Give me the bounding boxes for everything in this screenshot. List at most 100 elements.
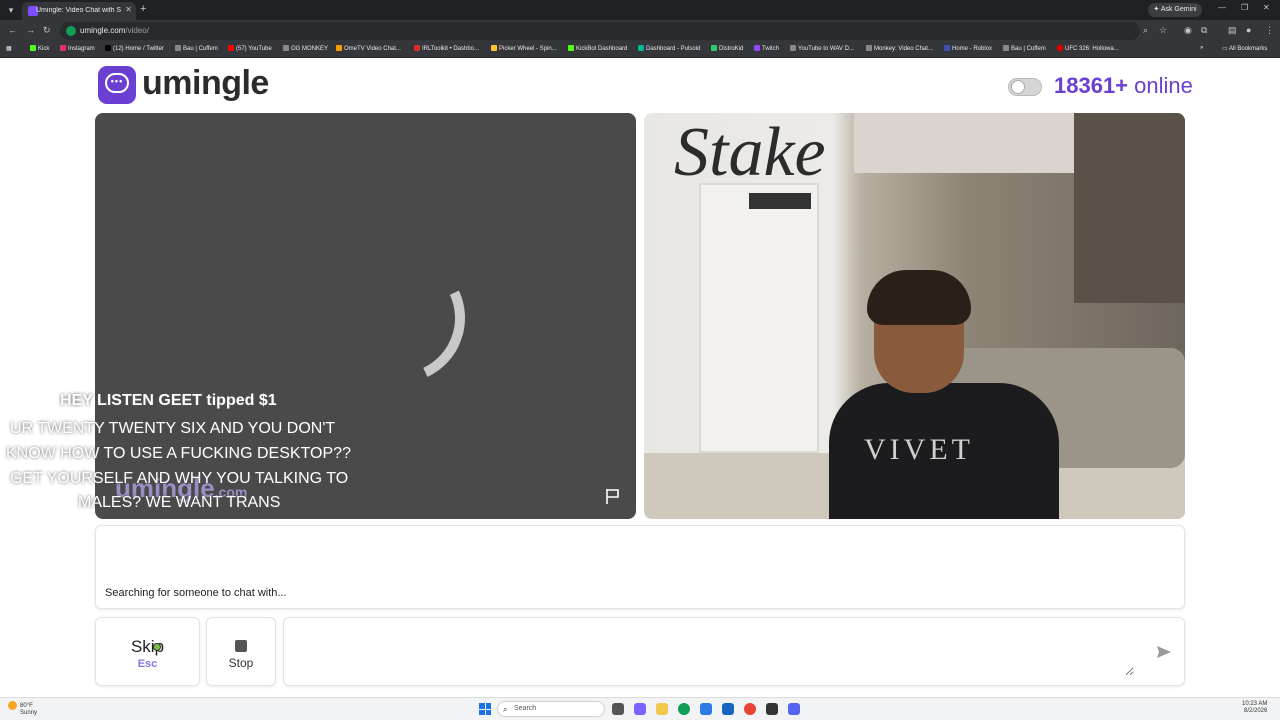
apps-icon[interactable]: ▦	[6, 45, 12, 52]
chrome-icon[interactable]	[744, 703, 756, 715]
send-icon[interactable]	[1156, 644, 1172, 660]
bookmark-item[interactable]: Dashboard - Pulsoid	[638, 45, 700, 52]
taskview-icon[interactable]	[612, 703, 624, 715]
bookmark-item[interactable]: (57) YouTube	[228, 45, 272, 52]
bookmarks-bar: ▦ Kick Instagram (12) Home / Twitter Bau…	[0, 42, 1280, 58]
zoom-icon[interactable]: ⌕	[1143, 25, 1148, 36]
extensions-puzzle-icon[interactable]: ⧉	[1201, 25, 1207, 36]
bookmark-item[interactable]: YouTube to WAV D...	[790, 45, 854, 52]
new-tab-icon[interactable]: +	[140, 3, 146, 15]
skip-button[interactable]: Skip Esc	[95, 617, 200, 686]
edge-icon[interactable]	[678, 703, 690, 715]
discord-icon[interactable]	[788, 703, 800, 715]
menu-icon[interactable]: ⋮	[1265, 25, 1274, 36]
taskbar-search[interactable]: ⌕ Search	[497, 701, 605, 717]
system-clock[interactable]: 10:23 AM 8/2/2026	[1242, 701, 1267, 715]
bookmark-item[interactable]: Picker Wheel - Spin...	[491, 45, 557, 52]
bookmark-item[interactable]: Home - Roblox	[944, 45, 992, 52]
all-bookmarks-label: All Bookmarks	[1229, 46, 1268, 52]
theme-toggle[interactable]	[1008, 78, 1042, 96]
bookmark-item[interactable]: IRLToolkit • Dashbo...	[414, 45, 479, 52]
copilot-icon[interactable]	[634, 703, 646, 715]
bookmark-item[interactable]: Bau | Cuffem	[175, 45, 218, 52]
video-door	[699, 183, 819, 453]
store-icon[interactable]	[700, 703, 712, 715]
reload-icon[interactable]: ↻	[43, 25, 51, 36]
browser-tab[interactable]: Umingle: Video Chat with S ✕	[22, 2, 136, 20]
stop-button[interactable]: Stop	[206, 617, 276, 686]
profile-icon[interactable]: ●	[1246, 25, 1251, 35]
bookmark-item[interactable]: Kick	[30, 45, 49, 52]
irltoolkit-icon	[414, 45, 420, 51]
umingle-logo-icon[interactable]: •••	[98, 66, 136, 104]
ask-gemini-label: Ask Gemini	[1160, 6, 1197, 13]
folder-icon: ▭	[1222, 46, 1230, 52]
bookmark-star-icon[interactable]: ☆	[1159, 25, 1167, 36]
kick-icon	[30, 45, 36, 51]
sidebar-icon[interactable]: ▤	[1228, 25, 1237, 36]
overflow-chevron-icon[interactable]: »	[1200, 45, 1203, 51]
forward-icon[interactable]: →	[26, 25, 35, 35]
weather-widget[interactable]: 80°F Sunny	[8, 701, 37, 717]
bookmark-icon	[1003, 45, 1009, 51]
instagram-icon	[60, 45, 66, 51]
bookmark-item[interactable]: Twitch	[754, 45, 779, 52]
wav-icon	[790, 45, 796, 51]
address-bar[interactable]: umingle.com/video/	[60, 22, 1140, 40]
message-box[interactable]	[283, 617, 1185, 686]
toggle-knob	[1011, 80, 1025, 94]
online-label: online	[1134, 73, 1193, 98]
bookmark-item[interactable]: DistroKid	[711, 45, 743, 52]
self-video: Stake VIVET	[644, 113, 1185, 519]
streamer-hair	[867, 270, 971, 325]
streamer-body: VIVET	[829, 383, 1059, 519]
os-taskbar: 80°F Sunny ⌕ Search 10:23 AM 8/2/2026	[0, 697, 1280, 720]
bookmark-item[interactable]: Instagram	[60, 45, 95, 52]
file-explorer-icon[interactable]	[656, 703, 668, 715]
all-bookmarks[interactable]: ▭ All Bookmarks	[1222, 45, 1267, 52]
distrokid-icon	[711, 45, 717, 51]
stop-icon	[235, 640, 247, 652]
twitch-icon	[754, 45, 760, 51]
minimize-icon[interactable]: —	[1218, 3, 1226, 12]
bookmark-item[interactable]: (12) Home / Twitter	[105, 45, 164, 52]
url-path: /video/	[125, 26, 149, 35]
skip-label: Skip	[130, 637, 165, 656]
kickbot-icon	[568, 45, 574, 51]
bookmark-item[interactable]: KickBot Dashboard	[568, 45, 627, 52]
tip-message-line: GET YOURSELF AND WHY YOU TALKING TO	[10, 470, 349, 487]
url-host: umingle.com	[80, 26, 126, 35]
monkey-icon	[866, 45, 872, 51]
windows-start-icon[interactable]	[479, 703, 491, 715]
back-icon[interactable]: ←	[8, 25, 17, 35]
bookmark-item[interactable]: Bau | Cuffem	[1003, 45, 1046, 52]
tip-message-line: KNOW HOW TO USE A FUCKING DESKTOP??	[6, 445, 351, 462]
obs-icon[interactable]	[766, 703, 778, 715]
online-number: 18361+	[1054, 73, 1129, 98]
chat-dots-icon: •••	[110, 76, 124, 86]
bookmark-item[interactable]: UFC 326: Hollowa...	[1057, 45, 1119, 52]
picker-wheel-icon	[491, 45, 497, 51]
logo-text[interactable]: umingle	[142, 64, 269, 103]
report-flag-icon[interactable]	[604, 487, 622, 505]
site-info-icon[interactable]	[66, 26, 76, 36]
bookmark-item[interactable]: OmeTV Video Chat...	[336, 45, 401, 52]
bookmark-item[interactable]: Monkey: Video Chat...	[866, 45, 933, 52]
window-close-icon[interactable]: ✕	[1263, 3, 1270, 12]
extension-icon[interactable]: ◉	[1184, 25, 1192, 36]
skip-shortcut: Esc	[137, 658, 158, 670]
close-tab-icon[interactable]: ✕	[125, 5, 132, 14]
chat-log: Searching for someone to chat with...	[95, 525, 1185, 609]
ask-gemini-button[interactable]: ✦ Ask Gemini	[1148, 3, 1202, 17]
bookmark-item[interactable]: OG MONKEY	[283, 45, 328, 52]
maximize-icon[interactable]: ❐	[1241, 3, 1248, 12]
mouse-cursor-icon	[153, 643, 161, 651]
app-icon[interactable]	[722, 703, 734, 715]
ometv-icon	[336, 45, 342, 51]
stop-label: Stop	[228, 656, 254, 670]
pulsoid-icon	[638, 45, 644, 51]
weather-desc: Sunny	[20, 710, 38, 717]
tab-search-icon[interactable]: ▾	[4, 3, 18, 17]
roblox-icon	[944, 45, 950, 51]
message-input[interactable]	[294, 628, 1134, 676]
